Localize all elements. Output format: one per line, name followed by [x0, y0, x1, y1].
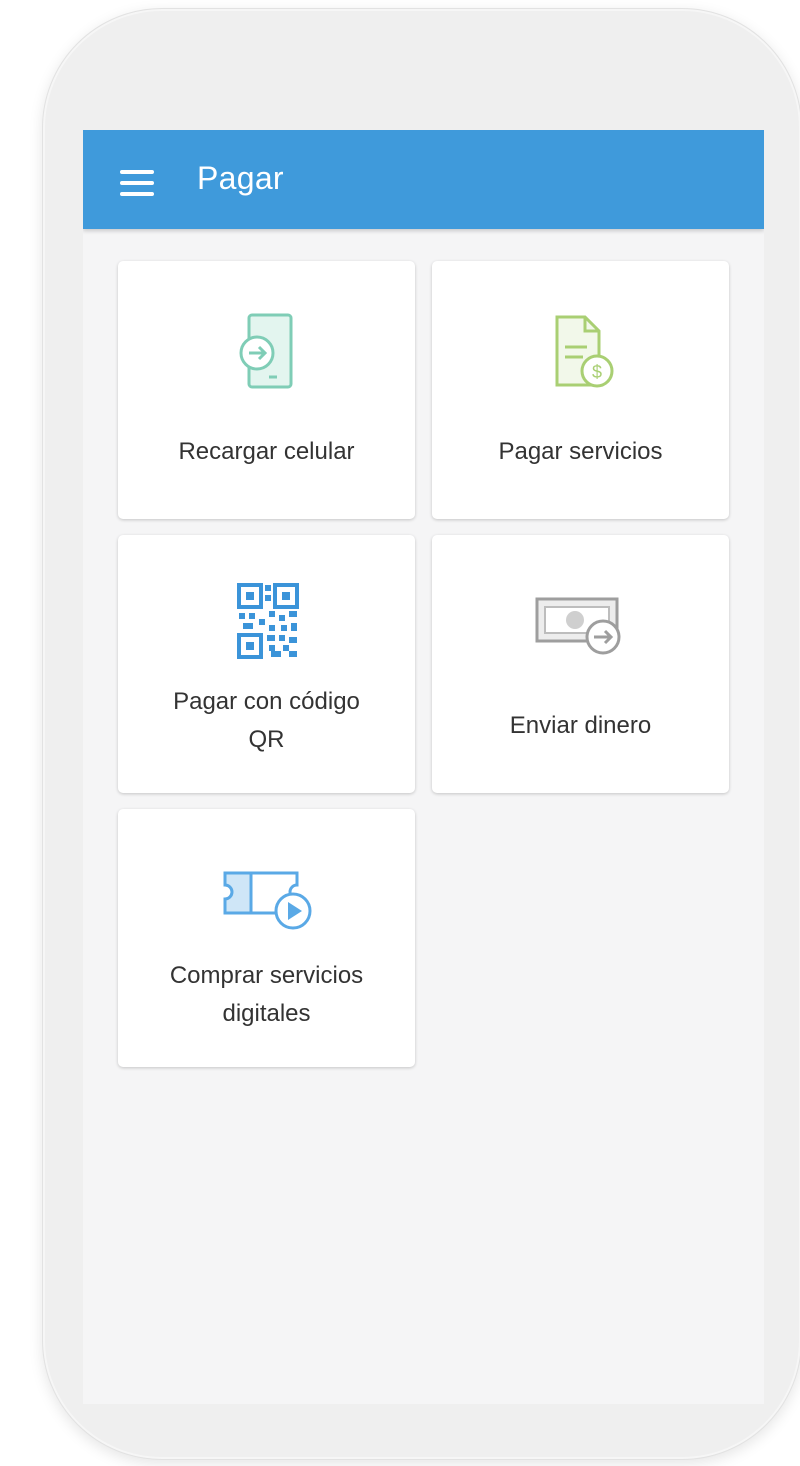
- svg-text:$: $: [591, 362, 601, 382]
- pagar-qr-button[interactable]: Pagar con código QR: [118, 535, 415, 793]
- qr-code-icon: [118, 579, 415, 663]
- phone-recharge-icon: [118, 311, 415, 395]
- tile-label: Comprar servicios digitales: [128, 957, 405, 1033]
- app-bar: Pagar: [83, 130, 764, 229]
- tile-label: Pagar con código QR: [128, 683, 405, 759]
- enviar-dinero-button[interactable]: Enviar dinero: [432, 535, 729, 793]
- bill-dollar-icon: $: [432, 311, 729, 395]
- tile-label-line1: Comprar servicios: [169, 962, 364, 989]
- recargar-celular-button[interactable]: Recargar celular: [118, 261, 415, 519]
- hamburger-menu-icon[interactable]: [120, 170, 154, 196]
- digital-ticket-icon: [118, 855, 415, 939]
- comprar-servicios-digitales-button[interactable]: Comprar servicios digitales: [118, 809, 415, 1067]
- tile-label: Recargar celular: [178, 438, 355, 465]
- app-screen: Pagar Recargar celular $ Pagar servicios…: [83, 130, 764, 1404]
- money-transfer-icon: [432, 581, 729, 665]
- tile-label-line1: Pagar con código: [173, 688, 360, 715]
- tile-label-line2: digitales: [222, 1000, 311, 1027]
- tile-label: Pagar servicios: [498, 438, 663, 465]
- tile-label: Enviar dinero: [509, 712, 652, 739]
- page-title: Pagar: [197, 160, 284, 196]
- tile-label-line2: QR: [248, 726, 285, 753]
- pagar-servicios-button[interactable]: $ Pagar servicios: [432, 261, 729, 519]
